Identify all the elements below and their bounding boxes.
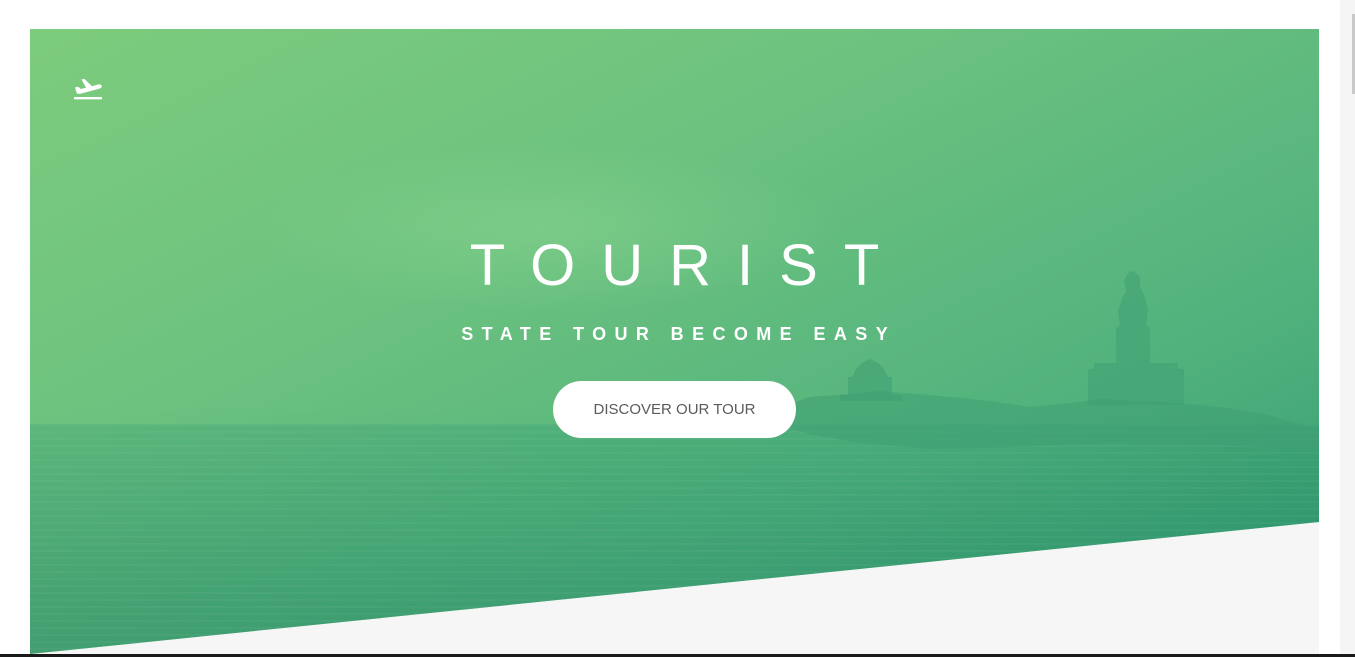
page-viewport: TOURIST STATE TOUR BECOME EASY DISCOVER … (0, 0, 1340, 657)
hero-content: TOURIST STATE TOUR BECOME EASY DISCOVER … (30, 0, 1319, 654)
hero-title: TOURIST (469, 233, 906, 298)
hero-subtitle: STATE TOUR BECOME EASY (461, 324, 897, 344)
vertical-scrollbar[interactable] (1340, 0, 1355, 657)
discover-tour-button[interactable]: DISCOVER OUR TOUR (553, 381, 796, 438)
